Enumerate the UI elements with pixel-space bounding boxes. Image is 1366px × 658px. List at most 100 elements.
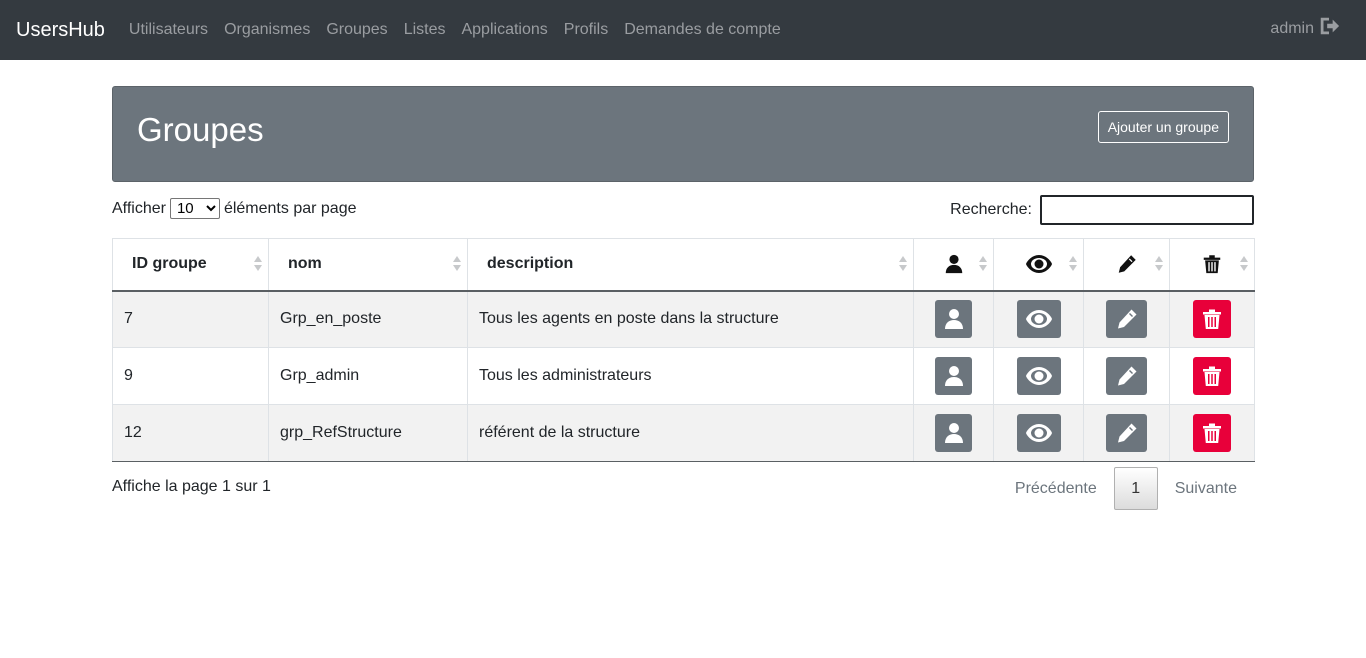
eye-icon	[1025, 310, 1052, 329]
user-icon	[943, 255, 965, 274]
cell-id: 12	[112, 404, 269, 462]
column-header-edit[interactable]	[1083, 238, 1170, 292]
sign-out-icon[interactable]	[1318, 15, 1340, 42]
sort-icon	[254, 256, 262, 274]
groups-table: ID groupe nom description 7 Grp_en_poste…	[112, 238, 1255, 462]
pagination: Précédente 1 Suivante	[998, 467, 1254, 510]
page-size-control: Afficher 10 éléments par page	[112, 198, 356, 219]
delete-button[interactable]	[1193, 300, 1231, 339]
sort-icon	[1069, 256, 1077, 274]
cell-delete	[1169, 290, 1255, 348]
user-icon	[944, 309, 963, 330]
trash-icon	[1203, 366, 1221, 386]
table-footer: Affiche la page 1 sur 1 Précédente 1 Sui…	[112, 462, 1254, 522]
nav-links: Utilisateurs Organismes Groupes Listes A…	[121, 21, 789, 39]
main-container: Groupes Ajouter un groupe Afficher 10 él…	[112, 86, 1255, 522]
sort-icon	[1155, 256, 1163, 274]
column-header-label: nom	[288, 255, 322, 273]
members-button[interactable]	[935, 300, 972, 339]
nav-link-utilisateurs[interactable]: Utilisateurs	[121, 21, 216, 39]
page-header: Groupes Ajouter un groupe	[112, 86, 1254, 182]
pencil-icon	[1117, 423, 1136, 443]
table-row: 12 grp_RefStructure référent de la struc…	[112, 404, 1255, 462]
cell-delete	[1169, 347, 1255, 405]
page-size-select[interactable]: 10	[169, 198, 220, 219]
trash-icon	[1203, 309, 1221, 330]
search-control: Recherche:	[950, 195, 1254, 225]
table-header-row: ID groupe nom description	[112, 238, 1255, 292]
cell-description: référent de la structure	[467, 404, 914, 462]
column-header-description[interactable]: description	[467, 238, 914, 292]
table-row: 9 Grp_admin Tous les administrateurs	[112, 347, 1255, 405]
delete-button[interactable]	[1193, 414, 1231, 452]
column-header-delete[interactable]	[1169, 238, 1255, 292]
page-title: Groupes	[137, 111, 264, 148]
delete-button[interactable]	[1193, 357, 1231, 395]
pencil-icon	[1116, 255, 1138, 273]
eye-icon	[1025, 255, 1053, 274]
nav-link-organismes[interactable]: Organismes	[216, 21, 318, 39]
cell-description: Tous les agents en poste dans la structu…	[467, 290, 914, 348]
show-prefix: Afficher	[112, 199, 166, 217]
cell-view	[993, 290, 1084, 348]
cell-delete	[1169, 404, 1255, 462]
user-menu[interactable]: admin	[1270, 15, 1340, 42]
cell-id: 9	[112, 347, 269, 405]
cell-members	[913, 347, 994, 405]
trash-icon	[1203, 423, 1221, 443]
edit-button[interactable]	[1106, 414, 1147, 452]
column-header-members[interactable]	[913, 238, 994, 292]
pencil-icon	[1117, 309, 1136, 329]
nav-link-demandes[interactable]: Demandes de compte	[616, 21, 789, 39]
cell-id: 7	[112, 290, 269, 348]
edit-button[interactable]	[1106, 357, 1147, 395]
nav-link-groupes[interactable]: Groupes	[318, 21, 395, 39]
navbar: UsersHub Utilisateurs Organismes Groupes…	[0, 0, 1366, 60]
sort-icon	[453, 256, 461, 274]
view-button[interactable]	[1016, 357, 1061, 395]
nav-link-applications[interactable]: Applications	[453, 21, 555, 39]
page-info: Affiche la page 1 sur 1	[112, 478, 271, 495]
column-header-id[interactable]: ID groupe	[112, 238, 269, 292]
trash-icon	[1201, 255, 1223, 274]
pencil-icon	[1117, 366, 1136, 386]
sort-icon	[1240, 256, 1248, 274]
show-suffix: éléments par page	[223, 199, 357, 217]
eye-icon	[1025, 367, 1052, 385]
username: admin	[1270, 19, 1314, 37]
previous-page-button[interactable]: Précédente	[998, 480, 1114, 498]
cell-nom: grp_RefStructure	[268, 404, 468, 462]
view-button[interactable]	[1016, 300, 1061, 339]
search-input[interactable]	[1040, 195, 1254, 225]
cell-edit	[1083, 404, 1170, 462]
cell-edit	[1083, 347, 1170, 405]
brand[interactable]: UsersHub	[16, 19, 105, 42]
cell-members	[913, 290, 994, 348]
cell-nom: Grp_admin	[268, 347, 468, 405]
view-button[interactable]	[1016, 414, 1061, 452]
add-group-button[interactable]: Ajouter un groupe	[1097, 111, 1229, 143]
edit-button[interactable]	[1106, 300, 1147, 339]
cell-edit	[1083, 290, 1170, 348]
page-1-button[interactable]: 1	[1113, 467, 1158, 510]
column-header-label: description	[487, 255, 574, 273]
column-header-nom[interactable]: nom	[268, 238, 468, 292]
members-button[interactable]	[935, 414, 972, 452]
cell-members	[913, 404, 994, 462]
user-icon	[944, 423, 963, 443]
search-label: Recherche:	[950, 201, 1032, 218]
nav-link-profils[interactable]: Profils	[556, 21, 616, 39]
next-page-button[interactable]: Suivante	[1158, 480, 1254, 498]
cell-view	[993, 404, 1084, 462]
eye-icon	[1025, 424, 1052, 442]
table-row: 7 Grp_en_poste Tous les agents en poste …	[112, 290, 1255, 348]
column-header-label: ID groupe	[132, 255, 207, 273]
sort-icon	[979, 256, 987, 274]
members-button[interactable]	[935, 357, 972, 395]
user-icon	[944, 366, 963, 386]
nav-link-listes[interactable]: Listes	[396, 21, 454, 39]
table-controls: Afficher 10 éléments par page Recherche:	[112, 182, 1254, 238]
sort-icon	[899, 256, 907, 274]
cell-view	[993, 347, 1084, 405]
column-header-view[interactable]	[993, 238, 1084, 292]
